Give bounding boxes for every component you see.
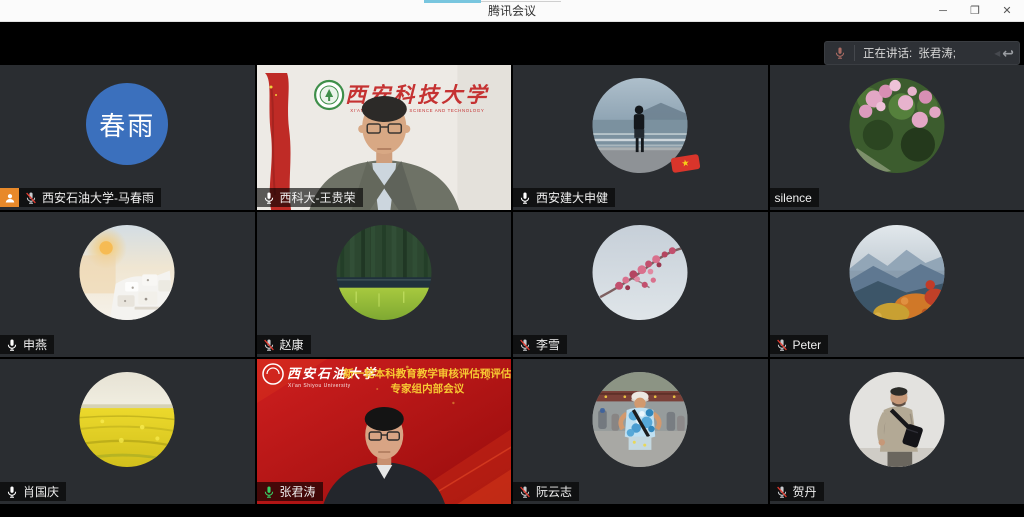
participant-label: 西科大-王贵荣 <box>257 188 363 207</box>
avatar-photo <box>849 225 944 320</box>
mic-on-icon <box>5 338 19 352</box>
avatar-initials: 春雨 <box>86 83 168 165</box>
participant-label: silence <box>770 188 819 207</box>
mic-muted-icon <box>775 338 789 352</box>
tile-shenjian[interactable]: ★ 西安建大申健 <box>513 65 768 210</box>
tile-machunyu[interactable]: 春雨 西安石油大学-马春雨 <box>0 65 255 210</box>
participant-label: 肖国庆 <box>0 482 66 501</box>
top-accent-line <box>481 1 561 2</box>
bottom-strip <box>0 504 1024 517</box>
host-icon <box>0 188 19 207</box>
title-bar: 腾讯会议 ─ ❐ ✕ <box>0 0 1024 22</box>
participant-label: 申燕 <box>0 335 54 354</box>
avatar-photo <box>849 372 944 467</box>
mic-on-icon <box>5 485 19 499</box>
mic-muted-icon <box>262 338 276 352</box>
banner-line1: 新一轮本科教育教学审核评估预评估 <box>343 367 511 380</box>
tile-zhangjuntao[interactable]: 西安石油大学 Xi'an Shiyou University 新一轮本科教育教学… <box>257 359 512 504</box>
return-arrow-icon[interactable]: ↩ <box>1002 45 1014 62</box>
tile-zhaokang[interactable]: 赵康 <box>257 212 512 357</box>
close-button[interactable]: ✕ <box>998 0 1016 22</box>
speaking-indicator[interactable]: 正在讲话:张君涛; ◂ ↩ <box>824 41 1020 65</box>
avatar-photo <box>80 225 175 320</box>
avatar-photo <box>593 225 688 320</box>
avatar-photo <box>336 225 431 320</box>
china-flag-badge: ★ <box>671 154 701 173</box>
mic-on-icon <box>262 191 276 205</box>
top-accent-strip <box>424 0 481 3</box>
mic-speaking-icon <box>262 485 276 499</box>
tile-ruanyunzhi[interactable]: 阮云志 <box>513 359 768 504</box>
avatar-photo <box>593 372 688 467</box>
org-name-en: Xi'an Shiyou University <box>288 383 351 389</box>
participant-label: 阮云志 <box>513 482 579 501</box>
participant-label: 李雪 <box>513 335 567 354</box>
avatar-photo <box>80 372 175 467</box>
participant-label: 张君涛 <box>257 482 323 501</box>
mic-muted-icon <box>518 338 532 352</box>
minimize-button[interactable]: ─ <box>934 0 952 22</box>
mic-on-icon <box>518 191 532 205</box>
tile-lixue[interactable]: 李雪 <box>513 212 768 357</box>
participant-label: 赵康 <box>257 335 311 354</box>
tile-peter[interactable]: Peter <box>770 212 1024 357</box>
window-title: 腾讯会议 <box>488 2 536 19</box>
tile-shenyan[interactable]: 申燕 <box>0 212 255 357</box>
mic-muted-icon <box>518 485 532 499</box>
speaking-text: 正在讲话:张君涛; <box>855 45 994 61</box>
collapse-left-icon[interactable]: ◂ <box>994 46 1000 60</box>
tencent-meeting-window: 腾讯会议 ─ ❐ ✕ 正在讲话:张君涛; ◂ ↩ 春雨 <box>0 0 1024 517</box>
tile-wangguirong[interactable]: 西安科技大学 XI'AN UNIVERSITY OF SCIENCE AND T… <box>257 65 512 210</box>
avatar-photo <box>849 78 944 173</box>
mic-muted-icon <box>24 191 38 205</box>
participant-grid: 春雨 西安石油大学-马春雨 <box>0 65 1024 504</box>
tile-hedan[interactable]: 贺丹 <box>770 359 1024 504</box>
status-bar: 正在讲话:张君涛; ◂ ↩ <box>0 22 1024 65</box>
participant-label: Peter <box>770 335 829 354</box>
tile-silence[interactable]: silence <box>770 65 1024 210</box>
participant-label: 西安石油大学-马春雨 <box>0 188 161 207</box>
participant-label: 西安建大申健 <box>513 188 615 207</box>
maximize-button[interactable]: ❐ <box>966 0 984 22</box>
tile-xiaoguoqing[interactable]: 肖国庆 <box>0 359 255 504</box>
banner-line2: 专家组内部会议 <box>390 382 464 395</box>
speaking-mic-icon <box>825 45 855 61</box>
participant-label: 贺丹 <box>770 482 824 501</box>
mic-muted-icon <box>775 485 789 499</box>
